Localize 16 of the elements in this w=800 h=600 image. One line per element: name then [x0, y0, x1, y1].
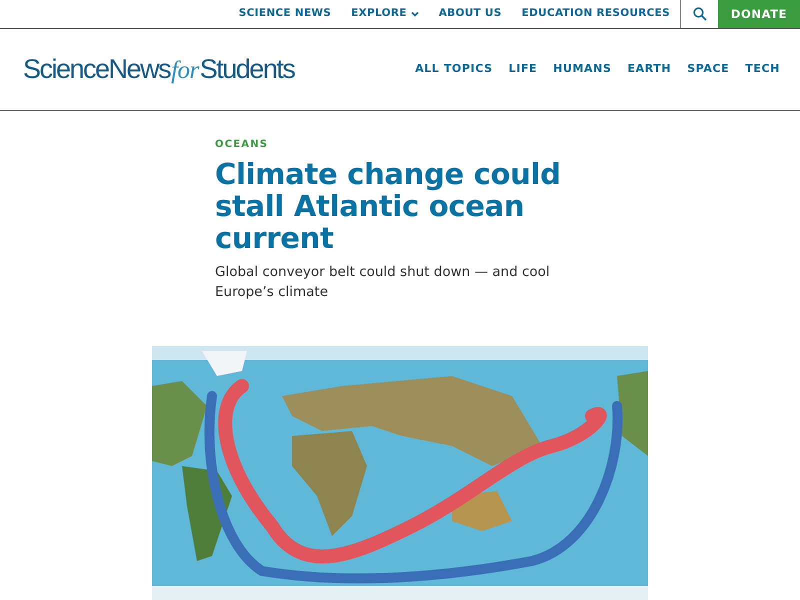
nav-link[interactable]: EDUCATION RESOURCES	[512, 6, 680, 22]
nav-link[interactable]: ABOUT US	[428, 6, 512, 22]
search-icon	[692, 7, 706, 21]
topic-link[interactable]: HUMANS	[553, 61, 612, 78]
article-subtitle: Global conveyor belt could shut down — and cool Europe’s climate	[215, 263, 551, 302]
site-logo[interactable]: ScienceNewsforStudents	[23, 49, 294, 90]
topic-link[interactable]: SPACE	[687, 61, 730, 78]
article-title: Climate change could stall Atlantic ocean current	[215, 158, 562, 254]
donate-button[interactable]: DONATE	[718, 0, 800, 28]
topic-link[interactable]: LIFE	[508, 61, 538, 78]
topic-link[interactable]: ALL TOPICS	[415, 61, 493, 78]
topic-link[interactable]: EARTH	[628, 61, 672, 78]
nav-link[interactable]: EXPLORE	[341, 6, 429, 22]
topic-link[interactable]: TECH	[745, 61, 780, 78]
category-label[interactable]: OCEANS	[215, 137, 595, 152]
nav-link[interactable]: SCIENCE NEWS	[228, 6, 342, 22]
